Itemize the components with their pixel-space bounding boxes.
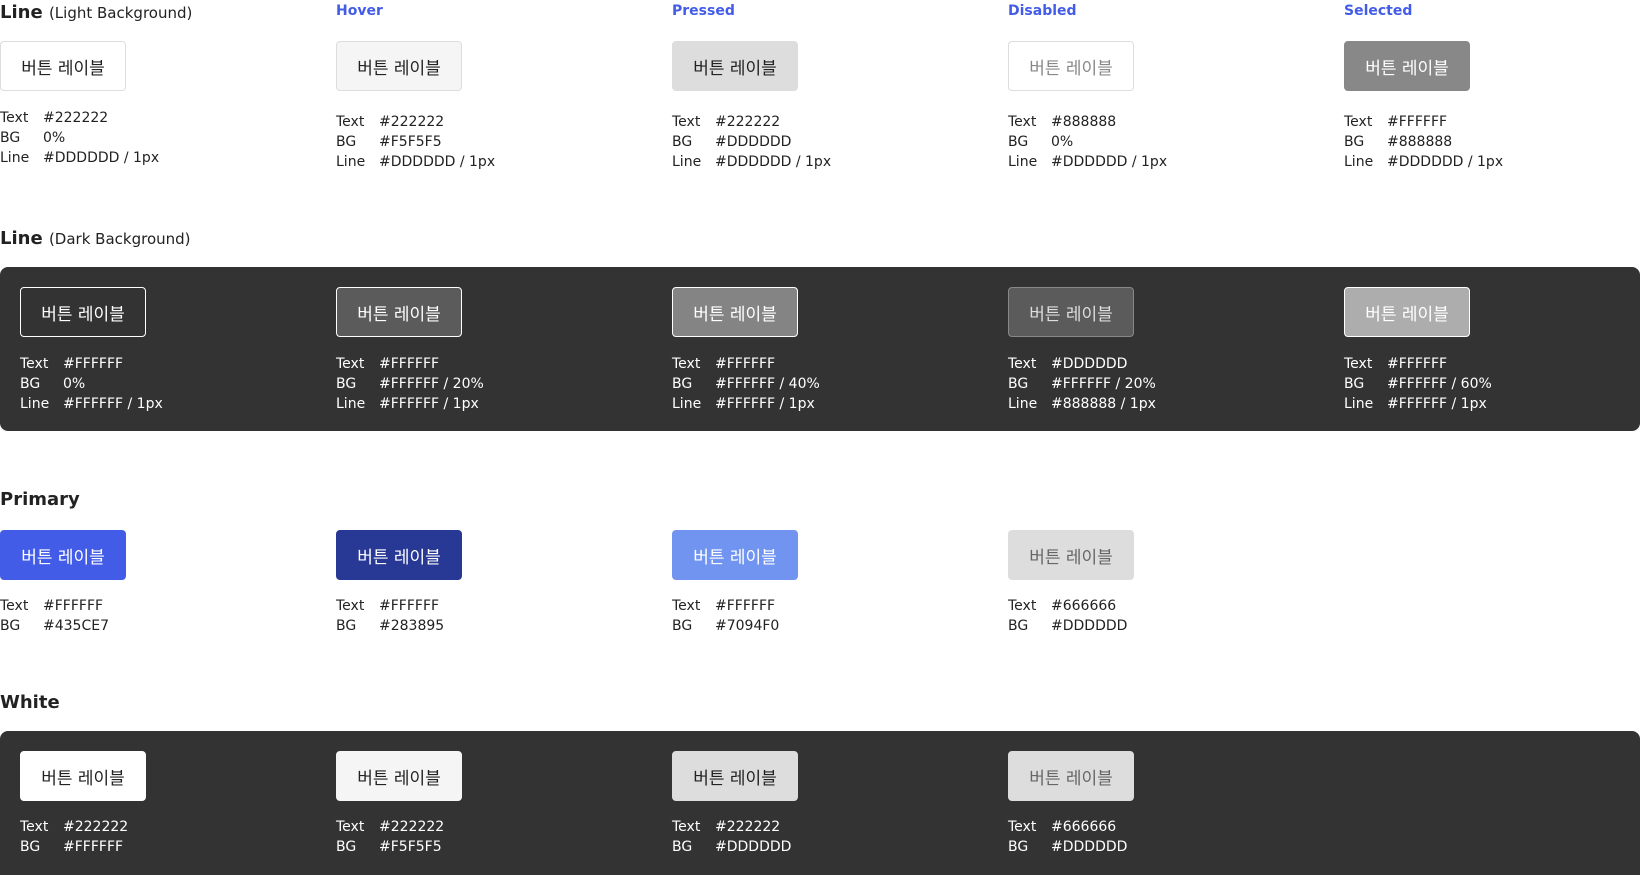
state-label-selected: Selected	[1344, 3, 1413, 19]
white-disabled-spec: Text #666666 BG #DDDDDD	[1008, 819, 1128, 855]
line-dark-pressed-button[interactable]: 버튼 레이블	[672, 287, 798, 337]
line-light-disabled-button[interactable]: 버튼 레이블	[1008, 41, 1134, 91]
white-pressed-spec: Text #222222 BG #DDDDDD	[672, 819, 792, 855]
section-title-white: White	[0, 692, 60, 713]
line-dark-disabled-spec: Text #DDDDDD BG #FFFFFF / 20% Line #888888 …	[1008, 356, 1156, 412]
section-title-main: Line	[0, 2, 43, 23]
line-dark-selected-button[interactable]: 버튼 레이블	[1344, 287, 1470, 337]
state-label-disabled: Disabled	[1008, 3, 1077, 19]
line-light-pressed-spec: Text #222222 BG #DDDDDD Line #DDDDDD / 1px	[672, 114, 832, 170]
primary-disabled-spec: Text #666666 BG #DDDDDD	[1008, 598, 1128, 634]
state-label-hover: Hover	[336, 3, 383, 19]
white-hover-spec: Text #222222 BG #F5F5F5	[336, 819, 445, 855]
white-panel: 버튼 레이블 버튼 레이블 버튼 레이블 버튼 레이블 Text #222222 …	[0, 731, 1640, 875]
white-default-button[interactable]: 버튼 레이블	[20, 751, 146, 801]
section-title-main: Line	[0, 228, 43, 249]
line-dark-default-spec: Text #FFFFFF BG 0% Line #FFFFFF / 1px	[20, 356, 163, 412]
line-dark-panel: 버튼 레이블 버튼 레이블 버튼 레이블 버튼 레이블 버튼 레이블 Text #…	[0, 267, 1640, 431]
section-subtitle: (Light Background)	[48, 4, 193, 22]
line-light-default-button[interactable]: 버튼 레이블	[0, 41, 126, 91]
state-label-pressed: Pressed	[672, 3, 735, 19]
line-light-selected-spec: Text #FFFFFF BG #888888 Line #DDDDDD / 1px	[1344, 114, 1504, 170]
line-light-pressed-button[interactable]: 버튼 레이블	[672, 41, 798, 91]
line-light-disabled-spec: Text #888888 BG 0% Line #DDDDDD / 1px	[1008, 114, 1168, 170]
white-default-spec: Text #222222 BG #FFFFFF	[20, 819, 129, 855]
line-light-hover-spec: Text #222222 BG #F5F5F5 Line #DDDDDD / 1px	[336, 114, 496, 170]
primary-hover-button[interactable]: 버튼 레이블	[336, 530, 462, 580]
line-light-hover-button[interactable]: 버튼 레이블	[336, 41, 462, 91]
white-pressed-button[interactable]: 버튼 레이블	[672, 751, 798, 801]
line-dark-disabled-button[interactable]: 버튼 레이블	[1008, 287, 1134, 337]
section-title-line-dark: Line (Dark Background)	[0, 228, 191, 249]
section-subtitle: (Dark Background)	[48, 230, 191, 248]
line-dark-selected-spec: Text #FFFFFF BG #FFFFFF / 60% Line #FFFFFF …	[1344, 356, 1492, 412]
line-light-default-spec: Text #222222 BG 0% Line #DDDDDD / 1px	[0, 110, 160, 166]
line-light-selected-button[interactable]: 버튼 레이블	[1344, 41, 1470, 91]
section-title-primary: Primary	[0, 489, 80, 510]
line-dark-pressed-spec: Text #FFFFFF BG #FFFFFF / 40% Line #FFFFFF …	[672, 356, 820, 412]
primary-pressed-button[interactable]: 버튼 레이블	[672, 530, 798, 580]
white-hover-button[interactable]: 버튼 레이블	[336, 751, 462, 801]
white-disabled-button[interactable]: 버튼 레이블	[1008, 751, 1134, 801]
primary-pressed-spec: Text #FFFFFF BG #7094F0	[672, 598, 780, 634]
primary-default-button[interactable]: 버튼 레이블	[0, 530, 126, 580]
line-dark-hover-spec: Text #FFFFFF BG #FFFFFF / 20% Line #FFFFFF …	[336, 356, 484, 412]
primary-default-spec: Text #FFFFFF BG #435CE7	[0, 598, 109, 634]
line-dark-hover-button[interactable]: 버튼 레이블	[336, 287, 462, 337]
section-title-line-light: Line (Light Background)	[0, 2, 192, 23]
line-dark-default-button[interactable]: 버튼 레이블	[20, 287, 146, 337]
primary-disabled-button[interactable]: 버튼 레이블	[1008, 530, 1134, 580]
primary-hover-spec: Text #FFFFFF BG #283895	[336, 598, 445, 634]
